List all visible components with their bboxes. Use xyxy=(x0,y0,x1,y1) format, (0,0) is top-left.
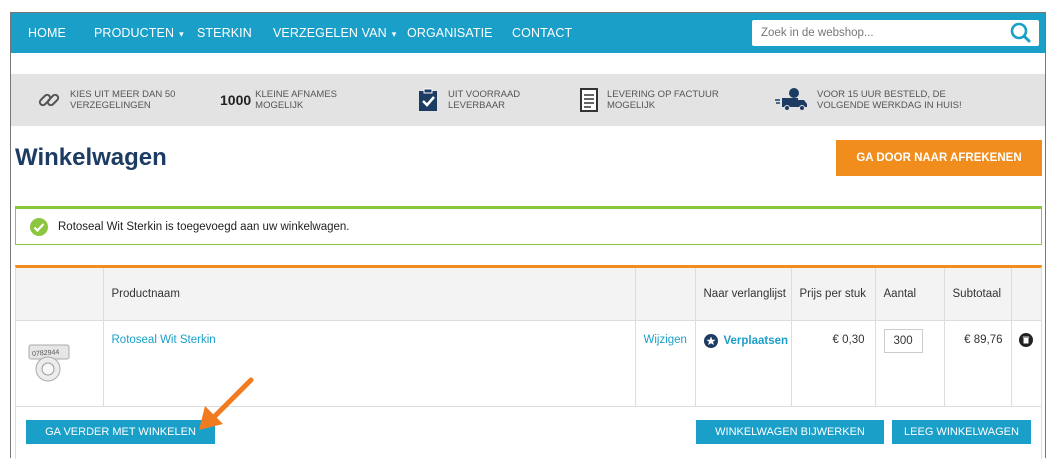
nav-label: CONTACT xyxy=(512,26,573,40)
edit-cell: Wijzigen xyxy=(635,320,696,407)
product-image[interactable]: 0782944 xyxy=(26,339,76,383)
checkout-button[interactable]: GA DOOR NAAR AFREKENEN xyxy=(836,140,1042,176)
subtotal-cell: € 89,76 xyxy=(944,320,1012,407)
cart-actions: GA VERDER MET WINKELEN WINKELWAGEN BIJWE… xyxy=(16,409,1041,459)
column-header-qty: Aantal xyxy=(875,268,945,321)
delivery-truck-icon xyxy=(774,87,808,113)
usp-line: MOGELIJK xyxy=(607,100,656,111)
wishlist-cell: Verplaatsen xyxy=(695,320,792,407)
column-header-subtotal: Subtotaal xyxy=(944,268,1012,321)
usp-line: VOLGENDE WERKDAG IN HUIS! xyxy=(817,100,962,111)
usp-line: LEVERBAAR xyxy=(448,100,506,111)
usp-item: KIES UIT MEER DAN 50 VERZEGELINGEN xyxy=(37,84,175,116)
search-button[interactable] xyxy=(1009,22,1033,44)
nav-label: PRODUCTEN xyxy=(94,26,175,40)
nav-label: STERKIN xyxy=(197,26,252,40)
usp-line: VERZEGELINGEN xyxy=(70,100,151,111)
price-cell: € 0,30 xyxy=(791,320,876,407)
move-label: Verplaatsen xyxy=(723,334,789,347)
clipboard-check-icon xyxy=(417,88,439,112)
usp-bar: KIES UIT MEER DAN 50 VERZEGELINGEN 1000 K… xyxy=(11,74,1045,126)
invoice-icon xyxy=(580,88,598,112)
product-name-cell: Rotoseal Wit Sterkin xyxy=(103,320,636,407)
edit-link[interactable]: Wijzigen xyxy=(644,334,687,346)
search-input[interactable] xyxy=(752,20,992,46)
usp-line: VOOR 15 UUR BESTELD, DE xyxy=(817,89,946,100)
column-header-product: Productnaam xyxy=(103,268,636,321)
usp-item: UIT VOORRAAD LEVERBAAR xyxy=(417,84,520,116)
usp-line: KLEINE AFNAMES xyxy=(255,89,337,100)
chevron-down-icon: ▾ xyxy=(179,29,184,39)
continue-shopping-button[interactable]: GA VERDER MET WINKELEN xyxy=(26,420,215,444)
quantity-input[interactable] xyxy=(883,328,923,353)
usp-item: VOOR 15 UUR BESTELD, DE VOLGENDE WERKDAG … xyxy=(774,84,962,116)
usp-line: LEVERING OP FACTUUR xyxy=(607,89,719,100)
cart-table: Productnaam Naar verlanglijst Prijs per … xyxy=(15,265,1042,459)
nav-item-producten[interactable]: PRODUCTEN ▾ xyxy=(94,13,184,53)
page-frame: HOME PRODUCTEN ▾ STERKIN VERZEGELEN VAN ▾ … xyxy=(10,12,1046,459)
move-to-wishlist-link[interactable]: Verplaatsen xyxy=(703,333,789,348)
nav-label: VERZEGELEN VAN xyxy=(273,26,387,40)
nav-item-organisatie[interactable]: ORGANISATIE xyxy=(407,13,493,53)
page-title: Winkelwagen xyxy=(15,144,167,171)
product-image-cell: 0782944 xyxy=(16,320,104,407)
update-cart-button[interactable]: WINKELWAGEN BIJWERKEN xyxy=(696,420,884,444)
empty-cart-button[interactable]: LEEG WINKELWAGEN xyxy=(892,420,1031,444)
column-header-price: Prijs per stuk xyxy=(791,268,876,321)
nav-label: HOME xyxy=(28,26,66,40)
nav-item-contact[interactable]: CONTACT xyxy=(512,13,572,53)
table-header-row: Productnaam Naar verlanglijst Prijs per … xyxy=(16,268,1041,321)
table-row: 0782944 Rotoseal Wit Sterkin Wijzigen Ve… xyxy=(16,320,1041,407)
alert-message: Rotoseal Wit Sterkin is toegevoegd aan u… xyxy=(58,220,350,233)
star-circle-icon xyxy=(703,333,718,348)
usp-number: 1000 xyxy=(220,92,252,108)
check-circle-icon xyxy=(30,217,48,236)
usp-line: UIT VOORRAAD xyxy=(448,89,521,100)
remove-cell xyxy=(1011,320,1041,407)
nav-item-sterkin[interactable]: STERKIN xyxy=(197,13,252,53)
search-box xyxy=(752,20,1039,46)
nav-item-verzegelen-van[interactable]: VERZEGELEN VAN ▾ xyxy=(273,13,396,53)
nav-label: ORGANISATIE xyxy=(407,26,493,40)
column-header-remove xyxy=(1011,268,1041,321)
usp-item: 1000 KLEINE AFNAMES MOGELIJK xyxy=(220,84,337,116)
column-header-image xyxy=(16,268,104,321)
success-alert: Rotoseal Wit Sterkin is toegevoegd aan u… xyxy=(15,206,1042,245)
search-icon xyxy=(1010,22,1031,43)
product-name-link[interactable]: Rotoseal Wit Sterkin xyxy=(112,334,216,346)
top-navigation: HOME PRODUCTEN ▾ STERKIN VERZEGELEN VAN ▾ … xyxy=(11,13,1045,53)
column-header-edit xyxy=(635,268,696,321)
usp-item: LEVERING OP FACTUUR MOGELIJK xyxy=(580,84,719,116)
annotation-arrow-icon xyxy=(199,377,254,430)
qty-cell xyxy=(875,320,945,407)
nav-item-home[interactable]: HOME xyxy=(28,13,66,53)
usp-line: MOGELIJK xyxy=(255,100,304,111)
usp-line: KIES UIT MEER DAN 50 xyxy=(70,89,176,100)
link-icon xyxy=(37,88,61,112)
column-header-wishlist: Naar verlanglijst xyxy=(695,268,792,321)
trash-icon[interactable] xyxy=(1018,332,1033,347)
chevron-down-icon: ▾ xyxy=(391,29,397,39)
